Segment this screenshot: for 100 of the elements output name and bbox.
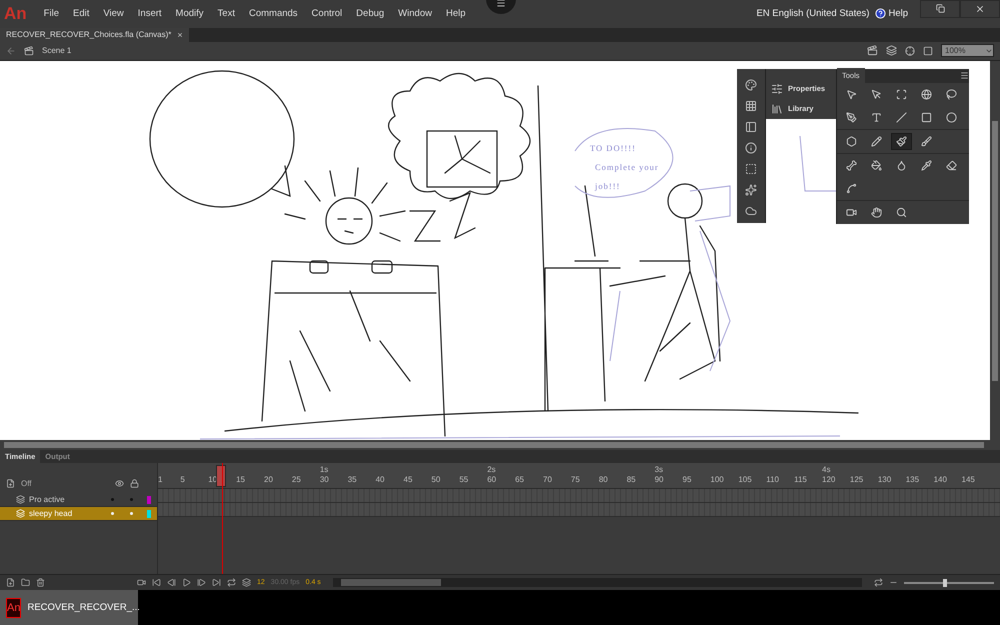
scrollbar-thumb[interactable] [992,120,998,381]
properties-icon [771,82,783,95]
menu-item[interactable]: File [36,8,66,20]
line-icon [896,112,907,123]
frame-number: 10 [208,475,218,484]
menu-item[interactable]: Text [210,8,242,20]
refresh-icon [874,578,883,588]
rectangle-icon [921,112,932,123]
frame-number: 90 [654,475,664,484]
zoom-field[interactable]: 100% [941,44,994,58]
frame-number: 95 [682,475,692,484]
frame-number: 75 [570,475,580,484]
scrollbar-thumb[interactable] [340,579,441,586]
paintbrush-icon [896,136,907,147]
seconds-label: 3s [654,465,664,474]
paint-bucket-icon [871,160,882,171]
app-logo: An [4,4,27,24]
oval-icon [946,112,957,123]
menu-item[interactable]: Commands [242,8,305,20]
menu-item[interactable]: Modify [168,8,211,20]
menu-icon[interactable] [496,0,506,8]
clapperboard-icon [24,46,34,56]
bone-icon [846,160,857,171]
clapperboard-icon [867,45,878,56]
globe-icon [921,88,932,100]
camera-icon [137,578,146,588]
trash-icon [36,578,45,588]
frame-number: 15 [236,475,246,484]
note-text: Complete your [595,162,659,172]
eye-icon [115,479,124,488]
frame-number: 145 [962,475,975,484]
frame-number: 120 [822,475,836,484]
lock-icon [130,479,139,488]
frame-number: 100 [710,475,724,484]
hexagon-icon [846,136,857,147]
menu-item[interactable]: Debug [349,8,392,20]
frame-number: 25 [292,475,301,484]
slider-thumb[interactable] [942,578,947,587]
frame-number: 50 [431,475,440,484]
document-tab[interactable]: RECOVER_RECOVER_Choices.fla (Canvas)* × [0,28,189,42]
menu-icon [960,71,969,80]
cloud-icon [745,204,757,217]
menu-item[interactable]: Help [438,8,473,20]
frame-number: 140 [934,475,947,484]
frame-number: 130 [878,475,892,484]
selection-arrow-icon [846,88,857,100]
new-layer-icon [6,578,15,588]
frame-number: 60 [487,475,496,484]
seconds-label: 2s [487,465,496,474]
step-forward-icon [197,578,206,588]
frame-number: 1 [158,475,162,484]
crosshair-icon [905,46,915,56]
taskbar-item[interactable]: An RECOVER_RECOVER_... [0,590,138,625]
frame-number: 65 [515,475,524,484]
layer-icon [16,495,25,504]
restore-button[interactable] [920,0,960,18]
restore-icon [936,4,944,14]
layer-color[interactable] [147,496,151,504]
hand-icon [871,206,882,218]
skip-forward-icon [212,578,221,588]
scene-label: Scene 1 [42,46,72,56]
playhead-handle[interactable] [216,465,226,488]
play-icon [182,578,191,588]
onion-skin-label[interactable]: Off [21,479,32,488]
step-back-icon [167,578,176,588]
library-icon [771,102,783,115]
folder-icon [21,578,30,588]
loop-icon [227,578,236,588]
help-icon [875,8,886,20]
menu-item[interactable]: Insert [130,8,169,20]
frame-icon [923,46,933,56]
seconds-label: 4s [822,465,830,474]
skip-back-icon [152,578,161,588]
back-arrow-icon [6,46,16,56]
layer-row[interactable]: Pro active [0,493,157,508]
layer-color[interactable] [147,510,151,518]
close-button[interactable] [960,0,1000,18]
menu-item[interactable]: Edit [66,8,96,20]
frame-number: 5 [180,475,185,484]
layer-icon [16,509,25,518]
frame-number: 105 [738,475,752,484]
scrollbar-thumb[interactable] [4,442,984,448]
lasso-icon [946,88,957,100]
zoom-icon [896,206,907,218]
menu-item[interactable]: Window [391,8,439,20]
frame-number: 125 [850,475,864,484]
frame-number: 70 [543,475,552,484]
note-text: job!!! [595,180,620,191]
frame-number: 135 [906,475,920,484]
frame-number: 110 [766,475,779,484]
menu-item[interactable]: Control [304,8,350,20]
tool-button[interactable] [891,132,912,150]
palette-icon [745,78,757,91]
layer-row[interactable]: sleepy head [0,507,157,522]
language-label[interactable]: EN English (United States) [756,8,870,20]
help-link[interactable]: Help [875,8,908,20]
frame-number: 35 [348,475,357,484]
ink-drop-icon [896,160,907,171]
frame-number: 40 [376,475,385,484]
menu-item[interactable]: View [96,8,131,20]
